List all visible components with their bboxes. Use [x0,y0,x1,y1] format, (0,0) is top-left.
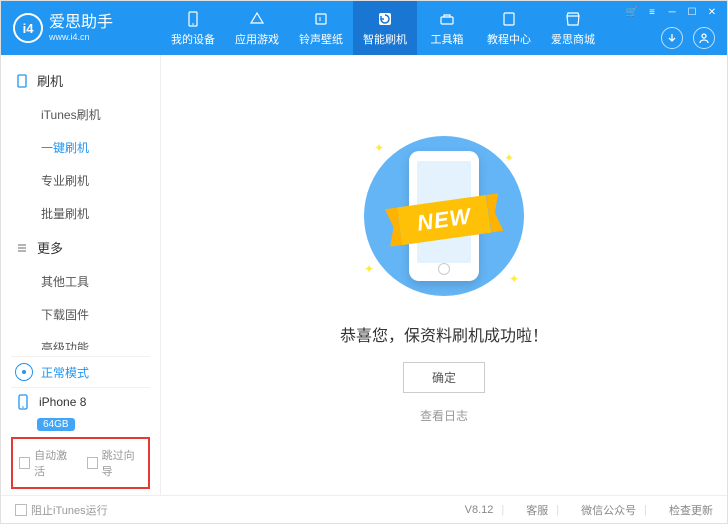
checkbox-icon [19,457,30,469]
nav-my-device[interactable]: 我的设备 [161,1,225,55]
nav-label: 智能刷机 [363,31,407,47]
success-message: 恭喜您，保资料刷机成功啦！ [340,322,548,346]
sidebar-item-advanced[interactable]: 高级功能 [1,331,160,350]
logo-text: 爱思助手 www.i4.cn [49,13,113,43]
version-label: V8.12 [465,504,494,516]
checkbox-skip-guide[interactable]: 跳过向导 [87,447,143,479]
checkbox-icon [15,504,27,516]
sidebar-section-more[interactable]: 更多 [1,230,160,265]
app-subtitle: www.i4.cn [49,32,113,43]
checkbox-label: 跳过向导 [102,447,142,479]
storage-badge: 64GB [37,418,75,431]
footer-link-wechat[interactable]: 微信公众号 [581,502,636,518]
nav-label: 爱思商城 [551,31,595,47]
download-button[interactable] [661,27,683,49]
checkbox-block-itunes[interactable]: 阻止iTunes运行 [15,502,108,518]
sidebar-item-itunes-flash[interactable]: iTunes刷机 [1,98,160,131]
header-right-actions [661,27,715,49]
sidebar-section-flash[interactable]: 刷机 [1,63,160,98]
sidebar-item-other-tools[interactable]: 其他工具 [1,265,160,298]
menu-icon[interactable]: ≡ [645,5,659,19]
sidebar-item-oneclick-flash[interactable]: 一键刷机 [1,131,160,164]
confirm-button[interactable]: 确定 [403,362,485,393]
toolbox-icon [438,10,456,28]
footer-link-support[interactable]: 客服 [526,502,548,518]
close-button[interactable]: ✕ [705,5,719,19]
mode-text: 正常模式 [41,364,89,381]
nav-label: 应用游戏 [235,31,279,47]
nav-label: 工具箱 [431,31,464,47]
minimize-button[interactable]: ─ [665,5,679,19]
sidebar-item-download-firmware[interactable]: 下载固件 [1,298,160,331]
footer: 阻止iTunes运行 V8.12 | 客服 | 微信公众号 | 检查更新 [1,495,727,523]
main-content: ✦ ✦ ✦ ✦ NEW 恭喜您，保资料刷机成功啦！ 确定 查看日志 [161,55,727,495]
book-icon [500,10,518,28]
section-title: 刷机 [37,71,63,90]
window-controls: 🛒 ≡ ─ ☐ ✕ [625,5,719,19]
app-title: 爱思助手 [49,13,113,32]
footer-link-update[interactable]: 检查更新 [669,502,713,518]
nav-label: 教程中心 [487,31,531,47]
music-icon [312,10,330,28]
user-button[interactable] [693,27,715,49]
options-highlight-box: 自动激活 跳过向导 [11,437,150,489]
nav-flash[interactable]: 智能刷机 [353,1,417,55]
device-mode-row[interactable]: 正常模式 [11,356,150,387]
apps-icon [248,10,266,28]
nav-label: 我的设备 [171,31,215,47]
device-icon [15,394,31,410]
header: i4 爱思助手 www.i4.cn 我的设备 应用游戏 铃声壁纸 智能刷机 [1,1,727,55]
nav-label: 铃声壁纸 [299,31,343,47]
phone-icon [15,74,29,88]
list-icon [15,241,29,255]
refresh-icon [376,10,394,28]
checkbox-label: 自动激活 [34,447,74,479]
nav-ringtones[interactable]: 铃声壁纸 [289,1,353,55]
device-name: iPhone 8 [39,395,86,409]
sidebar-item-pro-flash[interactable]: 专业刷机 [1,164,160,197]
nav-store[interactable]: 爱思商城 [541,1,605,55]
checkbox-label: 阻止iTunes运行 [31,502,108,518]
view-log-link[interactable]: 查看日志 [420,407,468,424]
sidebar: 刷机 iTunes刷机 一键刷机 专业刷机 批量刷机 更多 其他工具 下载固件 … [1,55,161,495]
device-icon [184,10,202,28]
device-row[interactable]: iPhone 8 [11,387,150,416]
section-title: 更多 [37,238,63,257]
logo-icon: i4 [13,13,43,43]
nav-toolbox[interactable]: 工具箱 [417,1,477,55]
store-icon [564,10,582,28]
cart-icon[interactable]: 🛒 [625,5,639,19]
nav-apps[interactable]: 应用游戏 [225,1,289,55]
checkbox-icon [87,457,98,469]
nav-tutorials[interactable]: 教程中心 [477,1,541,55]
checkbox-auto-activate[interactable]: 自动激活 [19,447,75,479]
logo-area: i4 爱思助手 www.i4.cn [1,1,161,55]
mode-icon [15,363,33,381]
maximize-button[interactable]: ☐ [685,5,699,19]
sidebar-item-batch-flash[interactable]: 批量刷机 [1,197,160,230]
success-illustration: ✦ ✦ ✦ ✦ NEW [344,126,544,306]
